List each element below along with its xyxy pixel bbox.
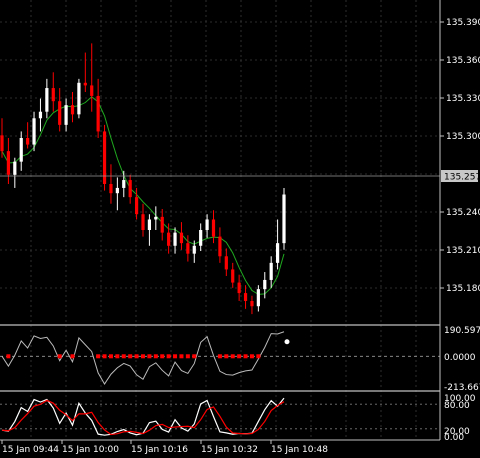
cci-histogram-dot: [237, 354, 242, 359]
cci-histogram-dot: [243, 354, 248, 359]
cci-histogram-dot: [230, 354, 235, 359]
candle-body: [19, 138, 23, 162]
cci-histogram-dot: [192, 354, 197, 359]
candle-body: [115, 187, 119, 194]
candle[interactable]: [282, 187, 286, 250]
cci-histogram-dot: [256, 354, 261, 359]
candle-body: [38, 111, 43, 119]
cci-histogram-dot: [108, 354, 113, 359]
candle-body: [134, 197, 139, 215]
candle-body: [90, 85, 94, 96]
candle-body: [70, 105, 75, 115]
cci-label-zero: 0.0000: [444, 353, 476, 363]
candle[interactable]: [102, 124, 107, 191]
cci-marker: [284, 339, 290, 345]
candle-body: [186, 243, 190, 254]
candle-body: [173, 232, 177, 246]
cci-histogram-dot: [185, 354, 190, 359]
cci-histogram-dot: [147, 354, 152, 359]
candle-body: [192, 245, 196, 254]
cci-histogram-dot: [217, 354, 222, 359]
price-label: 135.300: [446, 132, 480, 142]
candle-body: [128, 180, 132, 198]
cci-histogram-dot: [115, 354, 120, 359]
candle-body: [64, 105, 68, 125]
time-label: 15 Jan 10:16: [131, 445, 188, 454]
candle[interactable]: [77, 78, 81, 119]
candle-body: [122, 180, 126, 188]
cci-label-lower: -213.6672: [444, 383, 480, 393]
price-label: 135.360: [446, 56, 480, 66]
candle-body: [58, 101, 62, 125]
candle-body: [51, 88, 55, 102]
candle-body: [199, 230, 203, 246]
candle-body: [231, 269, 235, 283]
candle-body: [237, 282, 241, 294]
price-label: 135.210: [446, 246, 480, 256]
candle-body: [256, 289, 260, 307]
cci-histogram-dot: [224, 354, 229, 359]
cci-label-upper: 190.5970: [444, 326, 480, 336]
candle-body: [141, 214, 145, 230]
time-label: 15 Jan 10:48: [271, 445, 328, 454]
trading-chart[interactable]: 135.390 135.360 135.330 135.300 135.240 …: [0, 0, 480, 455]
candle-body: [179, 232, 184, 244]
candle-body: [211, 219, 216, 237]
candle-body: [269, 262, 273, 280]
cci-histogram-dot: [70, 354, 75, 359]
cci-histogram-dot: [121, 354, 126, 359]
candle-body: [160, 216, 164, 233]
time-label: 15 Jan 10:32: [201, 445, 258, 454]
cci-histogram-dot: [153, 354, 158, 359]
cci-histogram-dot: [134, 354, 139, 359]
candle-body: [218, 236, 222, 257]
candle-body: [224, 256, 228, 270]
cci-histogram-dot: [6, 354, 11, 359]
cci-histogram-dot: [166, 354, 171, 359]
candle-body: [275, 243, 280, 263]
candle-body: [243, 293, 248, 301]
price-label: 135.330: [446, 94, 480, 104]
stoch-label-0: 0.00: [444, 433, 464, 443]
cci-histogram-dot: [160, 354, 165, 359]
candle-body: [32, 118, 36, 145]
cci-histogram-dot: [141, 354, 145, 359]
cci-histogram-dot: [128, 354, 133, 359]
stoch-label-80: 80.00: [444, 401, 470, 411]
candle-body: [45, 88, 49, 112]
candle-body: [250, 300, 254, 307]
cci-histogram-dot: [179, 354, 184, 359]
candle-body: [154, 216, 158, 220]
chart-background: [0, 0, 480, 454]
cci-histogram-dot: [102, 354, 107, 359]
candle-body: [6, 151, 11, 175]
time-label: 15 Jan 10:00: [62, 445, 119, 454]
candle-body: [147, 219, 152, 230]
current-price-label: 135.257: [444, 173, 480, 183]
candle-body: [109, 184, 113, 194]
cci-histogram-dot: [173, 354, 178, 359]
candle-body: [167, 232, 171, 246]
price-label: 135.240: [446, 208, 480, 218]
cci-histogram-dot: [96, 354, 101, 359]
price-label: 135.180: [446, 284, 480, 294]
candle-body: [77, 82, 81, 115]
cci-histogram-dot: [249, 354, 254, 359]
candle-body: [263, 279, 267, 290]
time-label: 15 Jan 09:44: [2, 445, 59, 454]
candle-body: [96, 95, 100, 132]
candle-body: [0, 135, 4, 152]
candle-body: [26, 138, 30, 145]
candle-body: [13, 161, 17, 175]
price-label: 135.390: [446, 18, 480, 28]
candle-body: [83, 82, 87, 86]
candle-body: [282, 194, 286, 244]
cci-histogram-dot: [57, 354, 62, 359]
candle-body: [205, 219, 209, 230]
chart-canvas[interactable]: 135.390 135.360 135.330 135.300 135.240 …: [0, 0, 480, 455]
